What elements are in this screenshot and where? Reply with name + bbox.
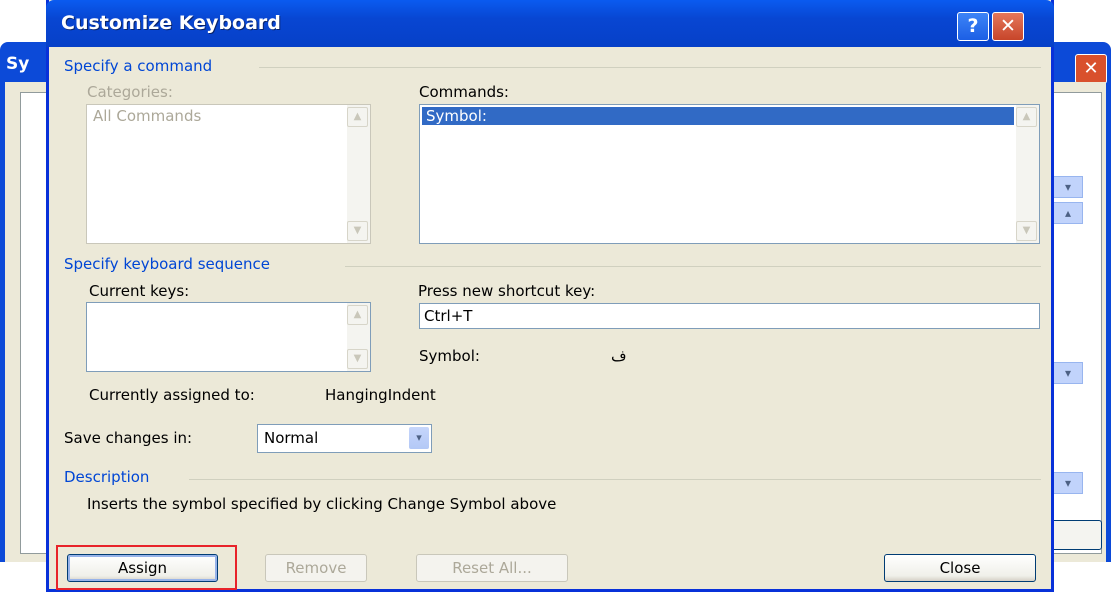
dialog-content: Specify a command Categories: All Comman… [49,47,1051,592]
categories-scrollbar: ▲ ▼ [347,105,370,243]
categories-listbox: All Commands ▲ ▼ [86,104,371,244]
scroll-up-icon: ▲ [347,107,368,127]
symbol-label: Symbol: [419,347,480,365]
commands-label: Commands: [419,83,509,101]
title-bar[interactable]: Customize Keyboard ? ✕ [46,0,1054,47]
background-dropdown-arrow-icon[interactable]: ▾ [1053,362,1083,384]
current-keys-listbox[interactable]: ▲ ▼ [86,302,371,372]
customize-keyboard-dialog: Customize Keyboard ? ✕ Specify a command… [46,0,1054,592]
background-scroll-up-icon[interactable]: ▴ [1053,202,1083,224]
group-divider [345,266,1041,267]
categories-label: Categories: [87,83,173,101]
background-dropdown-arrow-icon[interactable]: ▾ [1053,176,1083,198]
chevron-down-icon[interactable]: ▾ [409,427,429,449]
new-shortcut-label: Press new shortcut key: [418,282,596,300]
description-text: Inserts the symbol specified by clicking… [87,495,557,513]
keyboard-sequence-group-title: Specify keyboard sequence [64,255,270,273]
new-shortcut-input[interactable]: Ctrl+T [419,303,1040,329]
background-dropdown-arrow-icon[interactable]: ▾ [1053,472,1083,494]
scroll-down-icon: ▼ [347,221,368,241]
current-keys-label: Current keys: [89,282,190,300]
symbol-value: ف [611,347,627,365]
scroll-down-icon[interactable]: ▼ [1016,221,1037,241]
specify-command-group-title: Specify a command [64,57,213,75]
save-changes-selected-value: Normal [264,429,319,447]
save-changes-label: Save changes in: [64,429,193,447]
dialog-title: Customize Keyboard [61,12,281,34]
red-highlight-box [56,545,237,590]
background-window-close-button[interactable]: ✕ [1075,54,1107,84]
background-window-title: Sy [6,54,30,74]
save-changes-select[interactable]: Normal ▾ [257,424,432,453]
commands-listbox[interactable]: Symbol: ▲ ▼ [419,104,1040,244]
description-group-title: Description [64,468,150,486]
currently-assigned-value: HangingIndent [325,386,436,404]
reset-all-button: Reset All... [416,554,568,582]
scroll-up-icon[interactable]: ▲ [1016,107,1037,127]
close-window-button[interactable]: ✕ [992,12,1024,41]
current-keys-scrollbar[interactable]: ▲ ▼ [347,303,370,371]
currently-assigned-label: Currently assigned to: [89,386,255,404]
help-button[interactable]: ? [957,12,989,41]
remove-button: Remove [265,554,367,582]
scroll-up-icon[interactable]: ▲ [347,305,368,325]
group-divider [259,67,1041,68]
scroll-down-icon[interactable]: ▼ [347,349,368,369]
close-button[interactable]: Close [884,554,1036,582]
group-divider [189,479,1041,480]
categories-list-item: All Commands [93,107,202,125]
commands-list-item-selected[interactable]: Symbol: [422,107,1014,125]
commands-scrollbar[interactable]: ▲ ▼ [1016,105,1039,243]
